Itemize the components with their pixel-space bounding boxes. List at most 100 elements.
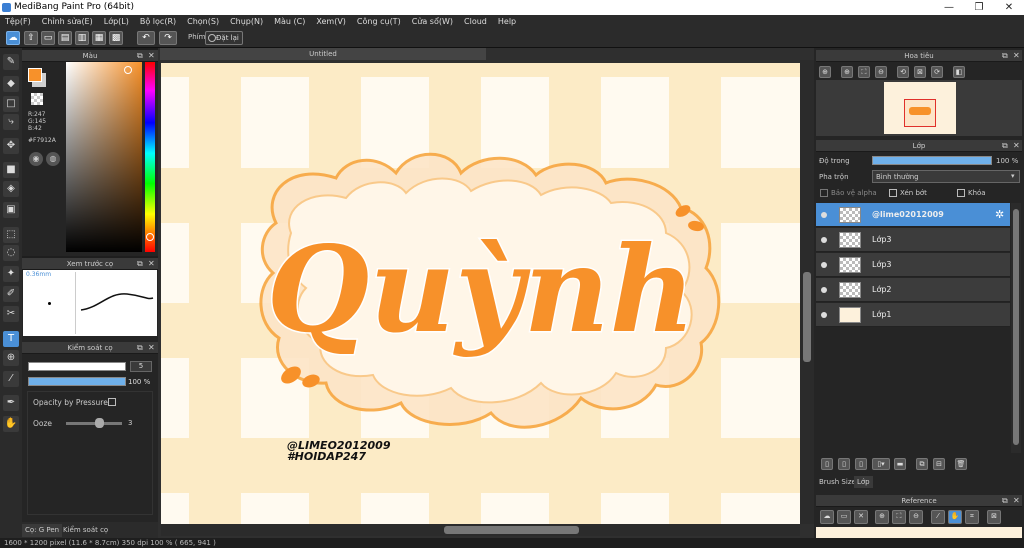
- menu-color[interactable]: Màu (C): [274, 15, 305, 29]
- ooze-slider-track[interactable]: [66, 422, 122, 425]
- close-panel-icon[interactable]: ✕: [1013, 140, 1020, 152]
- eyedropper-icon[interactable]: ⁄: [931, 510, 945, 524]
- select-tool-icon[interactable]: ⬚: [3, 227, 19, 243]
- clipping-checkbox[interactable]: [889, 189, 897, 197]
- menu-layer[interactable]: Lớp(L): [104, 15, 129, 29]
- rotate-right-icon[interactable]: ⟳: [931, 66, 943, 78]
- gear-icon[interactable]: ✲: [995, 208, 1004, 221]
- document-tab[interactable]: Untitled: [160, 48, 486, 60]
- layer-item[interactable]: Lớp1: [816, 303, 1010, 327]
- undock-icon[interactable]: ⧉: [1002, 50, 1008, 62]
- zoom-in-alt-icon[interactable]: ⊕: [841, 66, 853, 78]
- navigator-view[interactable]: [816, 80, 1022, 136]
- tab-brush-size[interactable]: Brush Size: [819, 478, 856, 486]
- merge-layer-icon[interactable]: ⊟: [933, 458, 945, 470]
- horizontal-scrollbar[interactable]: [161, 524, 800, 536]
- menu-cloud[interactable]: Cloud: [464, 15, 487, 29]
- grid-icon[interactable]: ▩: [109, 31, 123, 45]
- zoom-out-icon[interactable]: ⊖: [875, 66, 887, 78]
- pen-tool-icon[interactable]: ✒: [3, 395, 19, 411]
- menu-tools[interactable]: Công cụ(T): [357, 15, 401, 29]
- reference-view[interactable]: [816, 527, 1022, 538]
- navigator-viewport[interactable]: [904, 99, 936, 127]
- magic-wand-tool-icon[interactable]: ✦: [3, 266, 19, 282]
- divide-tool-icon[interactable]: ⊕: [3, 350, 19, 366]
- horizontal-scroll-thumb[interactable]: [444, 526, 579, 534]
- maximize-button[interactable]: ❐: [966, 0, 992, 15]
- ooze-slider-thumb[interactable]: [95, 418, 104, 428]
- new-1bit-layer-icon[interactable]: ▯: [855, 458, 867, 470]
- canvas[interactable]: Quỳnh @LIMEO2012009 #HOIDAP247: [161, 63, 800, 524]
- tab-layer[interactable]: Lớp: [854, 476, 873, 488]
- layer-item[interactable]: @lime02012009 ✲: [816, 203, 1010, 227]
- eraser-tool-icon[interactable]: ◆: [3, 76, 19, 92]
- upload-icon[interactable]: ⇧: [24, 31, 38, 45]
- reset-button[interactable]: Đặt lại: [205, 31, 243, 45]
- close-panel-icon[interactable]: ✕: [148, 50, 155, 62]
- gradient-tool-icon[interactable]: ▣: [3, 202, 19, 218]
- cloud-download-icon[interactable]: ☁: [820, 510, 834, 524]
- layers-scrollbar[interactable]: [1011, 203, 1021, 453]
- eyedropper-tool-icon[interactable]: ⁄: [3, 371, 19, 387]
- comment-icon[interactable]: ▭: [41, 31, 55, 45]
- hue-cursor[interactable]: [146, 233, 154, 241]
- lasso-tool-icon[interactable]: ◌: [3, 245, 19, 261]
- select-pen-tool-icon[interactable]: ✐: [3, 286, 19, 302]
- move-tool-icon[interactable]: ✥: [3, 138, 19, 154]
- menu-edit[interactable]: Chỉnh sửa(E): [42, 15, 93, 29]
- bucket-tool-icon[interactable]: ◈: [3, 181, 19, 197]
- hue-slider[interactable]: [145, 62, 155, 252]
- close-panel-icon[interactable]: ✕: [148, 342, 155, 354]
- transparent-color-swatch[interactable]: [31, 93, 43, 105]
- rotate-left-icon[interactable]: ⟲: [897, 66, 909, 78]
- new-layer-icon[interactable]: ▯: [821, 458, 833, 470]
- hand-tool-icon[interactable]: ✋: [3, 416, 19, 432]
- zoom-out-icon[interactable]: ⊖: [909, 510, 923, 524]
- dot-tool-icon[interactable]: □: [3, 96, 19, 112]
- zoom-in-icon[interactable]: ⊕: [875, 510, 889, 524]
- layer-item[interactable]: Lớp3: [816, 228, 1010, 252]
- visibility-icon[interactable]: [821, 262, 827, 268]
- lock-checkbox[interactable]: [957, 189, 965, 197]
- color-wheel-icon[interactable]: ◍: [46, 152, 60, 166]
- open-folder-icon[interactable]: ▭: [837, 510, 851, 524]
- palette-icon[interactable]: ◉: [29, 152, 43, 166]
- fill-rect-tool-icon[interactable]: ■: [3, 162, 19, 178]
- visibility-icon[interactable]: [821, 237, 827, 243]
- primary-color-swatch[interactable]: [28, 68, 42, 82]
- tab-brush-control[interactable]: Kiểm soát cọ: [60, 524, 111, 537]
- brush-tool-icon[interactable]: ✎: [3, 54, 19, 70]
- tab-brush[interactable]: Cọ: G Pen: [22, 524, 63, 537]
- document-icon[interactable]: ▥: [75, 31, 89, 45]
- layer-item[interactable]: Lớp3: [816, 253, 1010, 277]
- menu-select[interactable]: Chọn(S): [187, 15, 219, 29]
- text-tool-icon[interactable]: T: [3, 331, 19, 347]
- close-panel-icon[interactable]: ✕: [148, 258, 155, 270]
- add-layer-menu-icon[interactable]: ▯▾: [872, 458, 890, 470]
- undo-icon[interactable]: ↶: [137, 31, 155, 45]
- vertical-scroll-thumb[interactable]: [803, 272, 811, 362]
- menu-file[interactable]: Tệp(F): [5, 15, 31, 29]
- visibility-icon[interactable]: [821, 212, 827, 218]
- menu-help[interactable]: Help: [498, 15, 516, 29]
- hand-icon[interactable]: ✋: [948, 510, 962, 524]
- duplicate-layer-icon[interactable]: ⧉: [916, 458, 928, 470]
- flip-icon[interactable]: ◧: [953, 66, 965, 78]
- undock-icon[interactable]: ⧉: [137, 50, 143, 62]
- sv-cursor[interactable]: [124, 66, 132, 74]
- page-icon[interactable]: ▦: [92, 31, 106, 45]
- undock-icon[interactable]: ⧉: [137, 258, 143, 270]
- visibility-icon[interactable]: [821, 287, 827, 293]
- vertical-scrollbar[interactable]: [800, 60, 814, 524]
- new-halftone-layer-icon[interactable]: ▯: [838, 458, 850, 470]
- fit-screen-icon[interactable]: ⛶: [892, 510, 906, 524]
- cloud-icon[interactable]: ☁: [6, 31, 20, 45]
- opacity-pressure-checkbox[interactable]: [108, 398, 116, 406]
- close-button[interactable]: ✕: [996, 0, 1022, 15]
- zoom-in-icon[interactable]: ⊕: [819, 66, 831, 78]
- fit-screen-icon[interactable]: ⛶: [858, 66, 870, 78]
- close-reference-icon[interactable]: ✕: [854, 510, 868, 524]
- brush-size-slider[interactable]: [28, 362, 126, 371]
- layer-opacity-slider[interactable]: [872, 156, 992, 165]
- layer-item[interactable]: Lớp2: [816, 278, 1010, 302]
